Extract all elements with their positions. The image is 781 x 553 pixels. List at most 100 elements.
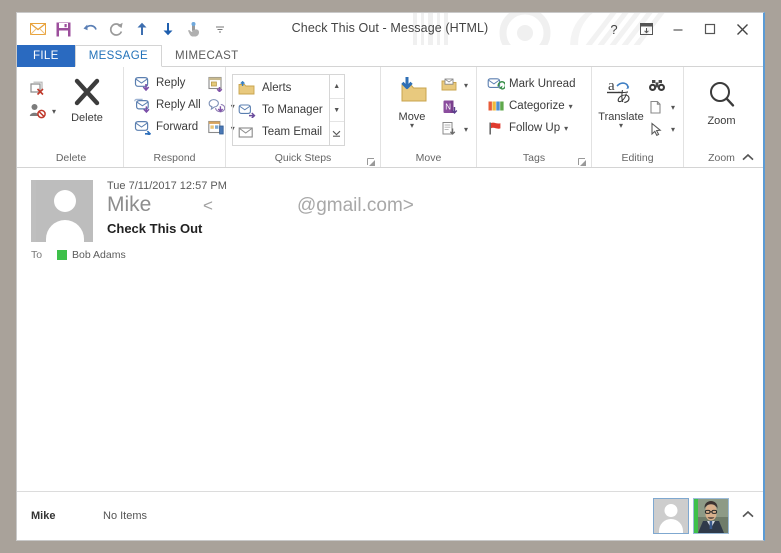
ribbon-group-move: Move ▾ ▾ N ▾ Move	[380, 67, 476, 167]
translate-caret-icon: ▾	[618, 121, 623, 130]
to-recipient[interactable]: Bob Adams	[72, 249, 126, 261]
message-header: Tue 7/11/2017 12:57 PM Mike < @gmail.com…	[17, 168, 763, 242]
svg-text:あ: あ	[616, 89, 631, 106]
message-header-text: Tue 7/11/2017 12:57 PM Mike < @gmail.com…	[93, 180, 763, 242]
email-open-bracket: <	[203, 196, 213, 215]
sender-email[interactable]: @gmail.com>	[297, 195, 414, 217]
categorize-button[interactable]: Categorize ▾	[483, 95, 578, 117]
ribbon-group-tags: Mark Unread Categorize ▾ Follow Up ▾ Tag…	[476, 67, 591, 167]
onenote-button[interactable]: N	[437, 96, 470, 118]
tags-dialog-launcher-icon[interactable]	[578, 155, 587, 166]
maximize-button[interactable]	[695, 17, 725, 41]
related-button[interactable]: ▾	[644, 96, 677, 118]
tab-mimecast[interactable]: MIMECAST	[162, 45, 252, 67]
previous-item-icon[interactable]	[133, 21, 150, 38]
mark-unread-icon	[486, 75, 505, 93]
related-caret-icon: ▾	[670, 102, 675, 112]
delete-button[interactable]: Delete	[58, 72, 116, 124]
quick-access-toolbar[interactable]	[29, 17, 228, 41]
ribbon-tabs[interactable]: FILE MESSAGE MIMECAST	[17, 45, 763, 67]
move-button[interactable]: Move ▾	[387, 71, 437, 130]
ribbon-display-options-button[interactable]	[631, 17, 661, 41]
ignore-icon	[27, 80, 49, 99]
quick-step-to-manager-label: To Manager	[262, 104, 323, 116]
junk-button[interactable]: ▾	[25, 100, 58, 122]
customize-qat-icon[interactable]	[211, 21, 228, 38]
quick-step-alerts-label: Alerts	[262, 82, 292, 94]
quick-step-alerts[interactable]: Alerts	[233, 77, 329, 99]
zoom-button[interactable]: Zoom	[693, 75, 751, 127]
quick-steps-scrollbar[interactable]: ▲ ▼	[328, 75, 344, 145]
undo-icon[interactable]	[81, 21, 98, 38]
people-pane-expand-icon[interactable]	[741, 510, 755, 522]
message-body[interactable]	[17, 261, 763, 289]
actions-button[interactable]: ▾	[437, 118, 470, 140]
mark-unread-label: Mark Unread	[509, 78, 576, 90]
actions-caret-icon: ▾	[463, 124, 468, 134]
tab-message[interactable]: MESSAGE	[74, 45, 163, 67]
delete-x-icon	[72, 74, 102, 110]
select-button[interactable]: ▾	[644, 118, 677, 140]
status-bar: Mike No Items	[17, 491, 763, 540]
find-button[interactable]	[644, 74, 677, 96]
ribbon-group-respond: Reply Reply All Forward ▾ ▾ Respond	[123, 67, 235, 167]
redo-icon[interactable]	[107, 21, 124, 38]
quick-steps-dialog-launcher-icon[interactable]	[367, 155, 376, 166]
ribbon: ▾ Delete Delete Reply Reply All Forward …	[17, 67, 763, 168]
zoom-magnifier-icon	[706, 77, 738, 113]
close-button[interactable]	[727, 17, 757, 41]
follow-up-flag-icon	[486, 119, 505, 137]
follow-up-button[interactable]: Follow Up ▾	[483, 117, 578, 139]
ribbon-group-zoom: Zoom Zoom	[683, 67, 759, 167]
reply-all-icon	[133, 96, 152, 114]
move-folder-icon	[395, 73, 429, 109]
touch-mode-icon[interactable]	[185, 21, 202, 38]
outlook-message-window: Check This Out - Message (HTML) ? FILE M…	[16, 12, 765, 541]
reply-button[interactable]: Reply	[130, 72, 204, 94]
translate-button[interactable]: a あ Translate ▾	[598, 71, 644, 130]
reply-all-button[interactable]: Reply All	[130, 94, 204, 116]
quick-step-to-manager[interactable]: To Manager	[233, 99, 329, 121]
next-item-icon[interactable]	[159, 21, 176, 38]
window-controls[interactable]: ?	[599, 17, 757, 41]
status-item-count: No Items	[103, 510, 148, 522]
related-icon	[646, 98, 668, 117]
categorize-label: Categorize	[509, 100, 565, 112]
ribbon-group-label-editing: Editing	[621, 152, 654, 164]
mail-icon[interactable]	[29, 21, 46, 38]
find-binoculars-icon	[646, 76, 668, 95]
junk-icon	[27, 102, 49, 121]
collapse-ribbon-button[interactable]	[741, 153, 755, 165]
save-icon[interactable]	[55, 21, 72, 38]
quick-steps-scroll-down[interactable]: ▼	[329, 99, 344, 123]
quick-steps-scroll-up[interactable]: ▲	[329, 75, 344, 99]
forward-button[interactable]: Forward	[130, 116, 204, 138]
reply-label: Reply	[156, 77, 186, 89]
minimize-button[interactable]	[663, 17, 693, 41]
rules-button[interactable]: ▾	[437, 74, 470, 96]
people-pane-cards[interactable]	[653, 498, 755, 534]
avatar-placeholder-icon	[36, 180, 93, 242]
ignore-button[interactable]	[25, 78, 58, 100]
move-caret-icon: ▾	[409, 121, 414, 130]
zoom-button-label: Zoom	[707, 115, 736, 127]
quick-steps-more[interactable]	[330, 122, 344, 145]
sender-name[interactable]: Mike	[107, 193, 193, 217]
reply-icon	[133, 74, 152, 92]
quick-step-team-email[interactable]: Team Email	[233, 121, 329, 143]
ribbon-group-editing: a あ Translate ▾ ▾ ▾ Editing	[591, 67, 683, 167]
ribbon-group-delete: ▾ Delete Delete	[19, 67, 123, 167]
person-card-generic[interactable]	[653, 498, 689, 534]
ribbon-group-label-tags: Tags	[477, 149, 591, 167]
page-background: Check This Out - Message (HTML) ? FILE M…	[0, 0, 781, 553]
onenote-icon: N	[439, 98, 461, 117]
translate-icon: a あ	[604, 73, 638, 109]
tab-file[interactable]: FILE	[17, 45, 75, 67]
person-card-photo[interactable]	[693, 498, 729, 534]
ribbon-group-label-respond: Respond	[153, 152, 196, 164]
quick-steps-gallery[interactable]: Alerts To Manager Team Email ▲ ▼	[232, 74, 345, 146]
help-button[interactable]: ?	[599, 17, 629, 41]
mark-unread-button[interactable]: Mark Unread	[483, 73, 578, 95]
person-presence-bar	[694, 499, 698, 533]
follow-up-caret-icon: ▾	[564, 123, 569, 133]
